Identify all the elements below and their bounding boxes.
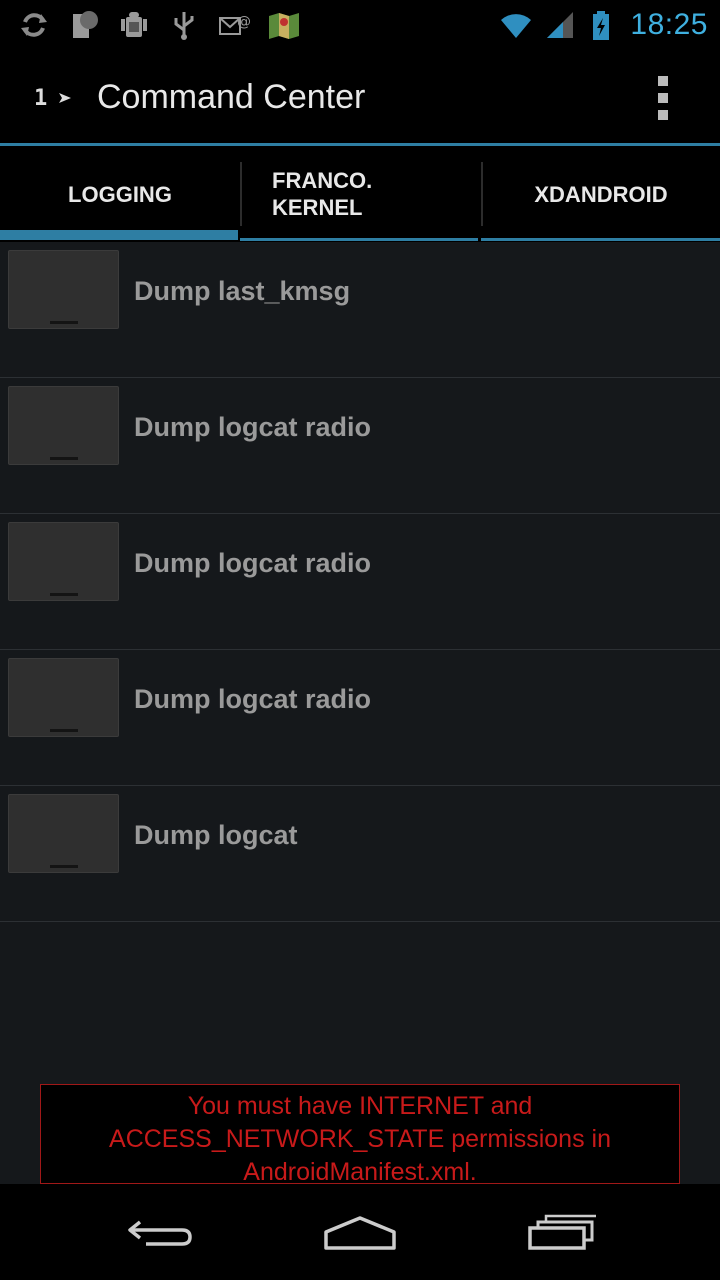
tab-indicator bbox=[240, 238, 478, 241]
email-icon: @ bbox=[216, 7, 252, 43]
recent-apps-icon[interactable] bbox=[512, 1204, 612, 1260]
list-item-label: Dump logcat radio bbox=[134, 548, 372, 578]
status-bar: @ 18:25 bbox=[0, 0, 720, 50]
back-icon[interactable] bbox=[110, 1204, 210, 1260]
sim-icon bbox=[66, 7, 102, 43]
sync-icon bbox=[16, 7, 52, 43]
tab-indicator bbox=[481, 238, 720, 241]
list-item[interactable]: Dump logcat bbox=[0, 786, 720, 922]
app-logo-text: 1 bbox=[34, 85, 48, 111]
system-status: 18:25 bbox=[498, 0, 708, 50]
svg-text:@: @ bbox=[237, 14, 251, 30]
app-logo[interactable]: 1 bbox=[34, 78, 84, 118]
tab-indicator-active bbox=[0, 230, 238, 240]
battery-charging-icon bbox=[586, 7, 622, 43]
action-bar: 1 Command Center bbox=[0, 50, 720, 144]
tab-franco-kernel[interactable]: FRANCO. KERNEL bbox=[242, 146, 480, 242]
list-item[interactable]: Dump logcat radio bbox=[0, 650, 720, 786]
command-thumbnail-icon bbox=[8, 794, 119, 873]
notification-icons: @ bbox=[0, 0, 302, 50]
list-item[interactable]: Dump logcat radio bbox=[0, 378, 720, 514]
tab-xdandroid[interactable]: XDANDROID bbox=[482, 146, 720, 242]
list-item-label: Dump last_kmsg bbox=[134, 276, 351, 306]
home-icon[interactable] bbox=[310, 1204, 410, 1260]
navigation-bar bbox=[0, 1184, 720, 1280]
command-thumbnail-icon bbox=[8, 522, 119, 601]
usb-icon bbox=[166, 7, 202, 43]
clock: 18:25 bbox=[630, 8, 708, 41]
terminal-prompt-icon bbox=[59, 93, 72, 103]
list-item-label: Dump logcat radio bbox=[134, 684, 372, 714]
command-thumbnail-icon bbox=[8, 386, 119, 465]
list-item[interactable]: Dump logcat radio bbox=[0, 514, 720, 650]
wifi-icon bbox=[498, 7, 534, 43]
tab-bar: LOGGING FRANCO. KERNEL XDANDROID bbox=[0, 146, 720, 242]
command-thumbnail-icon bbox=[8, 250, 119, 329]
list-item[interactable]: Dump last_kmsg bbox=[0, 242, 720, 378]
app-title: Command Center bbox=[97, 78, 366, 116]
command-thumbnail-icon bbox=[8, 658, 119, 737]
maps-icon bbox=[266, 7, 302, 43]
android-debug-icon bbox=[116, 7, 152, 43]
signal-icon bbox=[542, 7, 578, 43]
tab-logging[interactable]: LOGGING bbox=[0, 146, 240, 242]
overflow-menu-icon[interactable] bbox=[648, 76, 678, 120]
tab-label: FRANCO. KERNEL bbox=[272, 168, 373, 220]
tab-label: XDANDROID bbox=[534, 181, 668, 207]
tab-label: LOGGING bbox=[68, 181, 172, 207]
permission-warning: You must have INTERNET and ACCESS_NETWOR… bbox=[40, 1084, 680, 1184]
command-list: Dump last_kmsg Dump logcat radio Dump lo… bbox=[0, 242, 720, 922]
list-item-label: Dump logcat bbox=[134, 820, 298, 850]
list-item-label: Dump logcat radio bbox=[134, 412, 372, 442]
